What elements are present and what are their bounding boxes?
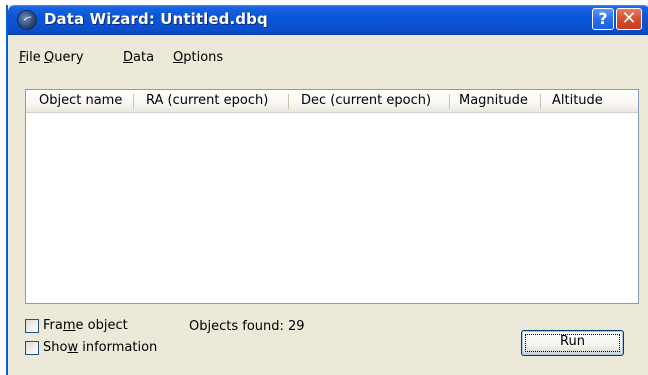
- list-header: Object name RA (current epoch) Dec (curr…: [26, 90, 638, 113]
- menu-query-accel: Q: [44, 50, 55, 65]
- objects-found-status: Objects found: 29: [189, 319, 305, 334]
- menu-options-accel: O: [173, 50, 184, 65]
- menu-data[interactable]: Data: [123, 50, 154, 65]
- menu-query[interactable]: Query: [44, 50, 84, 65]
- run-button[interactable]: Run: [521, 330, 624, 356]
- column-divider[interactable]: [540, 94, 541, 109]
- column-divider[interactable]: [449, 94, 450, 109]
- menu-file[interactable]: File: [19, 50, 41, 65]
- menu-data-label: ata: [133, 50, 155, 65]
- menu-data-accel: D: [123, 50, 134, 65]
- close-button[interactable]: ✕: [616, 8, 642, 30]
- show-information-label-accel: w: [67, 340, 79, 355]
- run-button-focus-ring: [525, 334, 620, 352]
- frame-object-label-part1: Fra: [43, 318, 63, 333]
- show-information-label-part1: Sho: [43, 340, 68, 355]
- data-wizard-window: Data Wizard: Untitled.dbq ? ✕ File Query…: [6, 5, 648, 375]
- column-header-object-name[interactable]: Object name: [39, 93, 122, 108]
- menu-options[interactable]: Options: [173, 50, 223, 65]
- show-information-label-part2: information: [78, 340, 158, 355]
- column-header-altitude[interactable]: Altitude: [552, 93, 603, 108]
- frame-object-checkbox[interactable]: [25, 319, 39, 333]
- window-title: Data Wizard: Untitled.dbq: [44, 10, 268, 28]
- menu-options-label: ptions: [183, 50, 224, 65]
- column-header-magnitude[interactable]: Magnitude: [459, 93, 528, 108]
- help-button[interactable]: ?: [592, 8, 614, 30]
- menu-file-label: ile: [25, 50, 41, 65]
- frame-object-label-accel: m: [62, 318, 76, 333]
- results-list[interactable]: Object name RA (current epoch) Dec (curr…: [25, 89, 639, 304]
- menu-query-label: uery: [54, 50, 84, 65]
- title-bar[interactable]: Data Wizard: Untitled.dbq ? ✕: [8, 5, 648, 35]
- column-header-ra[interactable]: RA (current epoch): [146, 93, 268, 108]
- frame-object-label-part2: e object: [75, 318, 128, 333]
- column-divider[interactable]: [288, 94, 289, 109]
- show-information-checkbox[interactable]: [25, 341, 39, 355]
- app-icon[interactable]: [18, 11, 36, 29]
- frame-object-label[interactable]: Frame object: [43, 318, 128, 333]
- column-divider[interactable]: [133, 94, 134, 109]
- column-header-dec[interactable]: Dec (current epoch): [301, 93, 431, 108]
- show-information-label[interactable]: Show information: [43, 340, 157, 355]
